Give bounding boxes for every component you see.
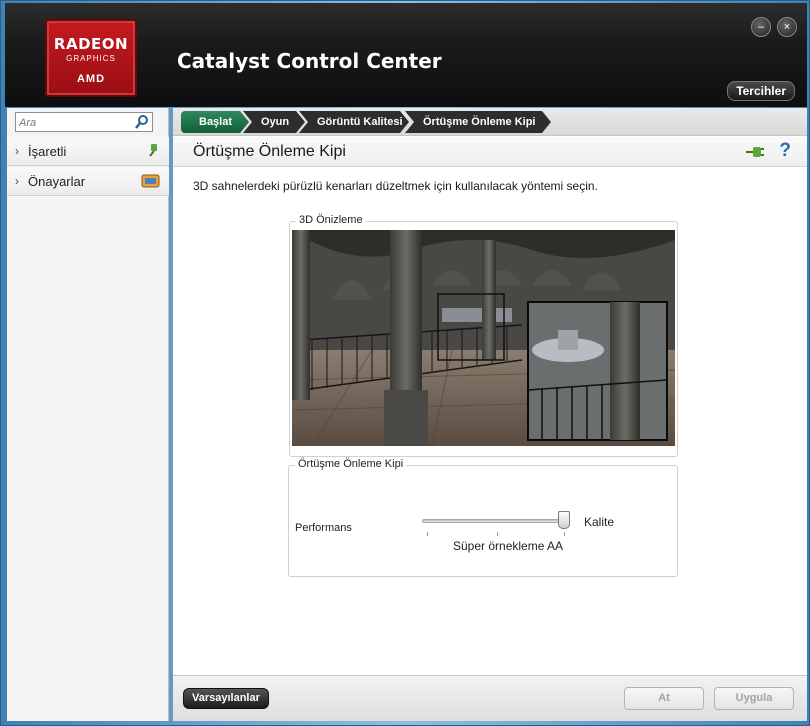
- minimize-button[interactable]: –: [751, 17, 771, 37]
- preview-group: 3D Önizleme: [289, 214, 678, 457]
- defaults-button[interactable]: Varsayılanlar: [183, 688, 269, 709]
- help-icon[interactable]: ?: [779, 140, 791, 162]
- aa-mode-label: Örtüşme Önleme Kipi: [295, 458, 407, 470]
- logo-radeon-text: RADEON: [53, 35, 129, 53]
- slider-tick: [427, 532, 428, 536]
- sidebar-item-label: İşaretli: [28, 144, 67, 159]
- search-box: [15, 112, 153, 132]
- breadcrumb: Başlat Oyun Görüntü Kalitesi Örtüşme Önl…: [173, 108, 807, 136]
- sidebar-item-presets[interactable]: › Önayarlar: [7, 167, 169, 196]
- footer-bar: Varsayılanlar At Uygula: [173, 675, 807, 721]
- preview-image: [292, 230, 675, 446]
- slider-tick: [497, 532, 498, 536]
- radeon-logo: RADEON GRAPHICS AMD: [45, 19, 137, 97]
- logo-graphics-text: GRAPHICS: [66, 54, 116, 63]
- page-description: 3D sahnelerdeki pürüzlü kenarları düzelt…: [193, 179, 598, 193]
- slider-max-label: Kalite: [584, 515, 615, 529]
- breadcrumb-item-aa-mode[interactable]: Örtüşme Önleme Kipi: [405, 111, 551, 133]
- header-bar: RADEON GRAPHICS AMD Catalyst Control Cen…: [5, 3, 807, 107]
- presets-icon: [141, 174, 160, 188]
- app-title: Catalyst Control Center: [177, 49, 442, 73]
- aa-mode-group: Örtüşme Önleme Kipi Performans Kalite Sü…: [288, 458, 678, 577]
- slider-tick: [564, 532, 565, 536]
- close-button[interactable]: ×: [777, 17, 797, 37]
- apply-button[interactable]: Uygula: [714, 687, 794, 710]
- pin-page-icon[interactable]: [745, 145, 765, 159]
- preferences-button[interactable]: Tercihler: [727, 81, 795, 101]
- logo-amd-text: AMD: [76, 73, 106, 85]
- page-title: Örtüşme Önleme Kipi: [193, 143, 346, 160]
- chevron-right-icon: ›: [15, 144, 19, 158]
- sidebar: › İşaretli › Önayarlar: [7, 108, 169, 721]
- page-title-bar: Örtüşme Önleme Kipi ?: [173, 137, 807, 167]
- breadcrumb-item-start[interactable]: Başlat: [181, 111, 249, 133]
- search-input[interactable]: [16, 114, 126, 132]
- main-content: Başlat Oyun Görüntü Kalitesi Örtüşme Önl…: [173, 108, 807, 721]
- aa-slider-thumb[interactable]: [558, 511, 570, 529]
- slider-value-label: Süper örnekleme AA: [453, 539, 564, 553]
- sidebar-item-label: Önayarlar: [28, 174, 86, 189]
- slider-min-label: Performans: [295, 522, 352, 534]
- discard-button[interactable]: At: [624, 687, 704, 710]
- pin-icon: [149, 144, 157, 157]
- breadcrumb-item-image-quality[interactable]: Görüntü Kalitesi: [299, 111, 409, 133]
- preview-label: 3D Önizleme: [296, 214, 366, 226]
- aa-slider-track[interactable]: [422, 519, 564, 523]
- sidebar-item-pinned[interactable]: › İşaretli: [7, 137, 169, 166]
- app-window: RADEON GRAPHICS AMD Catalyst Control Cen…: [0, 0, 810, 726]
- breadcrumb-item-game[interactable]: Oyun: [243, 111, 305, 133]
- chevron-right-icon: ›: [15, 174, 19, 188]
- search-icon[interactable]: [134, 114, 150, 130]
